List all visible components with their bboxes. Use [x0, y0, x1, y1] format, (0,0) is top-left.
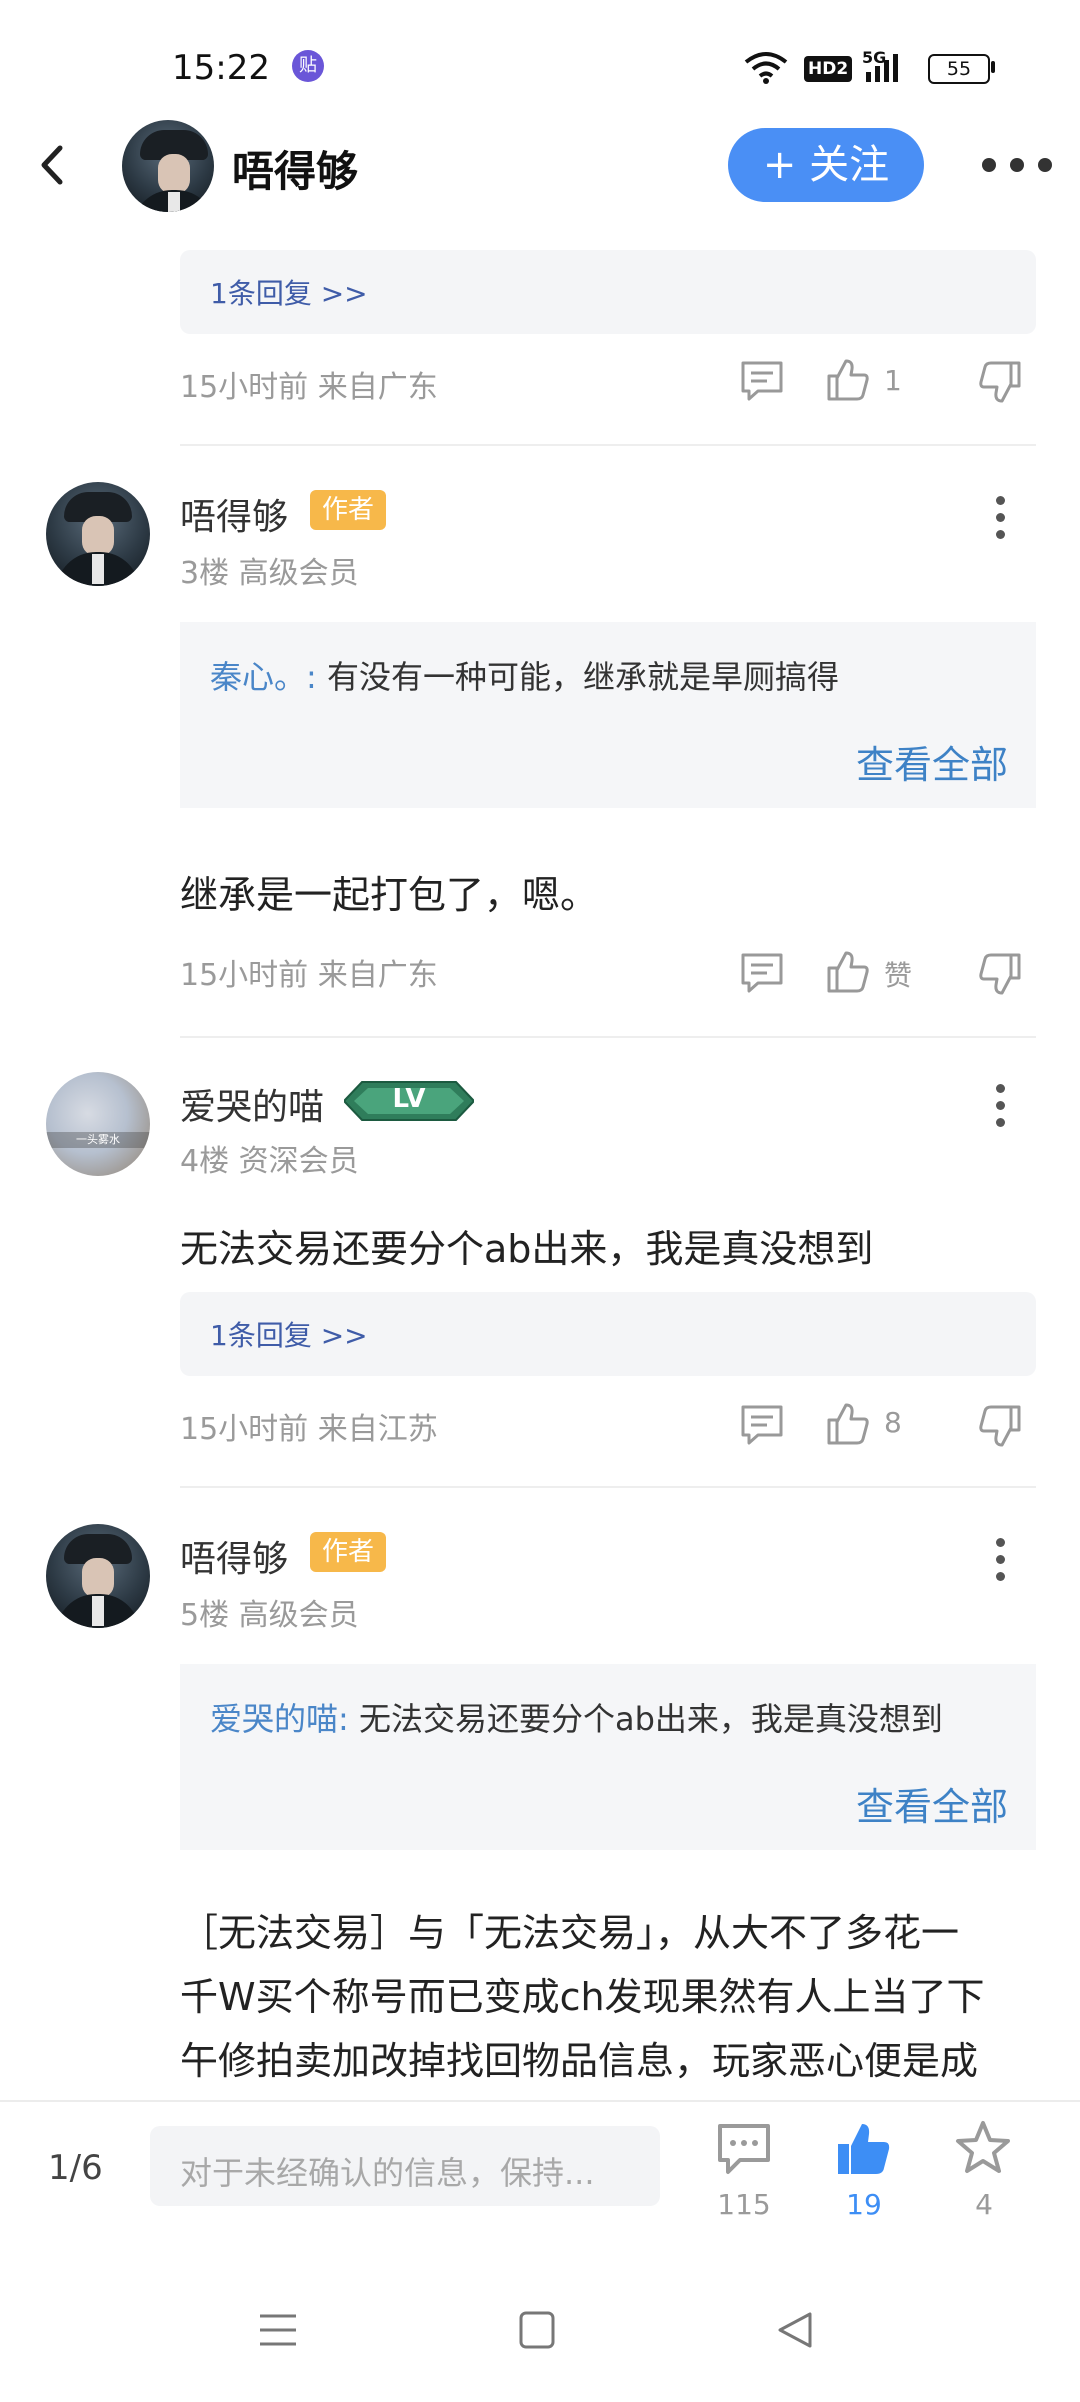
divider — [180, 1036, 1036, 1038]
quote-box[interactable]: 秦心。: 有没有一种可能，继承就是旱厕搞得 查看全部 — [180, 622, 1036, 808]
floor-info: 5楼 高级会员 — [180, 1598, 359, 1633]
post-content-line: 午修拍卖加改掉找回物品信息，玩家恶心便是成 — [180, 2039, 979, 2083]
back-nav-icon[interactable] — [776, 2310, 814, 2350]
home-nav-icon[interactable] — [518, 2310, 556, 2350]
like-count: 赞 — [884, 959, 913, 992]
thumbs-up-filled-icon[interactable] — [834, 2120, 892, 2178]
username[interactable]: 唔得够 — [180, 488, 288, 540]
comment-icon[interactable] — [740, 360, 784, 402]
battery-level: 55 — [946, 58, 972, 80]
thumbs-up-icon[interactable] — [826, 358, 870, 402]
author-tag: 作者 — [310, 1532, 387, 1572]
post-meta: 15小时前 来自江苏 — [180, 1412, 438, 1447]
battery-icon: 55 — [928, 54, 990, 84]
post-content: 无法交易还要分个ab出来，我是真没想到 — [180, 1227, 874, 1271]
battery-tip — [991, 61, 995, 73]
like-total: 19 — [846, 2188, 882, 2221]
post-content-line: 千W买个称号而已变成ch发现果然有人上当了下 — [180, 1975, 985, 2019]
status-time: 15:22 — [172, 48, 270, 88]
quote-text: 爱哭的喵: 无法交易还要分个ab出来，我是真没想到 — [210, 1694, 943, 1740]
username[interactable]: 唔得够 — [180, 1530, 288, 1582]
wifi-icon — [744, 50, 788, 84]
reply-preview-box[interactable]: 1条回复 >> — [180, 250, 1036, 334]
chevron-left-icon[interactable] — [34, 140, 70, 190]
header-avatar[interactable] — [122, 120, 214, 212]
like-count: 8 — [884, 1406, 902, 1439]
floor-info: 4楼 资深会员 — [180, 1144, 359, 1179]
header-title: 唔得够 — [232, 147, 359, 196]
quote-text: 秦心。: 有没有一种可能，继承就是旱厕搞得 — [210, 652, 839, 698]
level-badge: LV — [342, 1080, 476, 1126]
page-indicator[interactable]: 1/6 — [48, 2148, 103, 2188]
thumbs-up-icon[interactable] — [826, 1402, 870, 1446]
more-vertical-icon[interactable] — [996, 1084, 1006, 1135]
reply-link[interactable]: 1条回复 >> — [210, 272, 368, 312]
divider — [180, 1486, 1036, 1488]
avatar[interactable]: 一头雾水 — [46, 1072, 150, 1176]
follow-button-label: + 关注 — [762, 142, 890, 188]
app-badge-label: 贴 — [299, 55, 317, 76]
app-notification-badge: 贴 — [292, 50, 324, 82]
post-content-line: ［无法交易］与「无法交易」，从大不了多花一 — [180, 1911, 960, 1955]
follow-button[interactable]: + 关注 — [728, 128, 924, 202]
more-vertical-icon[interactable] — [996, 1538, 1006, 1589]
comment-input-placeholder: 对于未经确认的信息，保持... — [180, 2154, 595, 2192]
see-all-link[interactable]: 查看全部 — [856, 1776, 1008, 1831]
reply-link[interactable]: 1条回复 >> — [210, 1314, 368, 1354]
avatar[interactable] — [46, 482, 150, 586]
comment-count: 115 — [717, 2188, 771, 2221]
see-all-link[interactable]: 查看全部 — [856, 734, 1008, 789]
thumbs-down-icon[interactable] — [978, 1404, 1022, 1448]
author-tag: 作者 — [310, 490, 387, 530]
more-vertical-icon[interactable] — [996, 496, 1006, 547]
username[interactable]: 爱哭的喵 — [180, 1078, 324, 1130]
floor-info: 3楼 高级会员 — [180, 556, 359, 591]
star-icon[interactable] — [954, 2120, 1012, 2176]
hd-icon: HD2 — [804, 56, 853, 82]
reply-preview-box[interactable]: 1条回复 >> — [180, 1292, 1036, 1376]
more-horizontal-icon[interactable] — [982, 158, 1052, 172]
post-meta: 15小时前 来自广东 — [180, 370, 438, 405]
star-count: 4 — [975, 2188, 993, 2221]
bottom-action-bar: 1/6 对于未经确认的信息，保持... 115 19 4 — [0, 2100, 1080, 2402]
like-count: 1 — [884, 364, 902, 397]
comment-icon[interactable] — [740, 952, 784, 994]
comment-icon[interactable] — [740, 1404, 784, 1446]
divider — [180, 444, 1036, 446]
level-badge-label: LV — [392, 1084, 426, 1114]
quote-author[interactable]: 秦心。: — [210, 658, 317, 696]
post-meta: 15小时前 来自广东 — [180, 958, 438, 993]
quote-box[interactable]: 爱哭的喵: 无法交易还要分个ab出来，我是真没想到 查看全部 — [180, 1664, 1036, 1850]
thumbs-up-icon[interactable] — [826, 950, 870, 994]
avatar[interactable] — [46, 1524, 150, 1628]
quote-body: 无法交易还要分个ab出来，我是真没想到 — [348, 1700, 943, 1738]
hd-label: HD2 — [808, 59, 849, 79]
menu-nav-icon[interactable] — [258, 2312, 298, 2348]
comment-count-icon[interactable] — [716, 2122, 772, 2176]
thumbs-down-icon[interactable] — [978, 360, 1022, 404]
quote-body: 有没有一种可能，继承就是旱厕搞得 — [316, 658, 839, 696]
post-content: 继承是一起打包了，嗯。 — [180, 873, 599, 917]
thumbs-down-icon[interactable] — [978, 952, 1022, 996]
comment-input[interactable]: 对于未经确认的信息，保持... — [150, 2126, 660, 2206]
quote-author[interactable]: 爱哭的喵: — [210, 1700, 349, 1738]
avatar-caption: 一头雾水 — [46, 1132, 150, 1148]
